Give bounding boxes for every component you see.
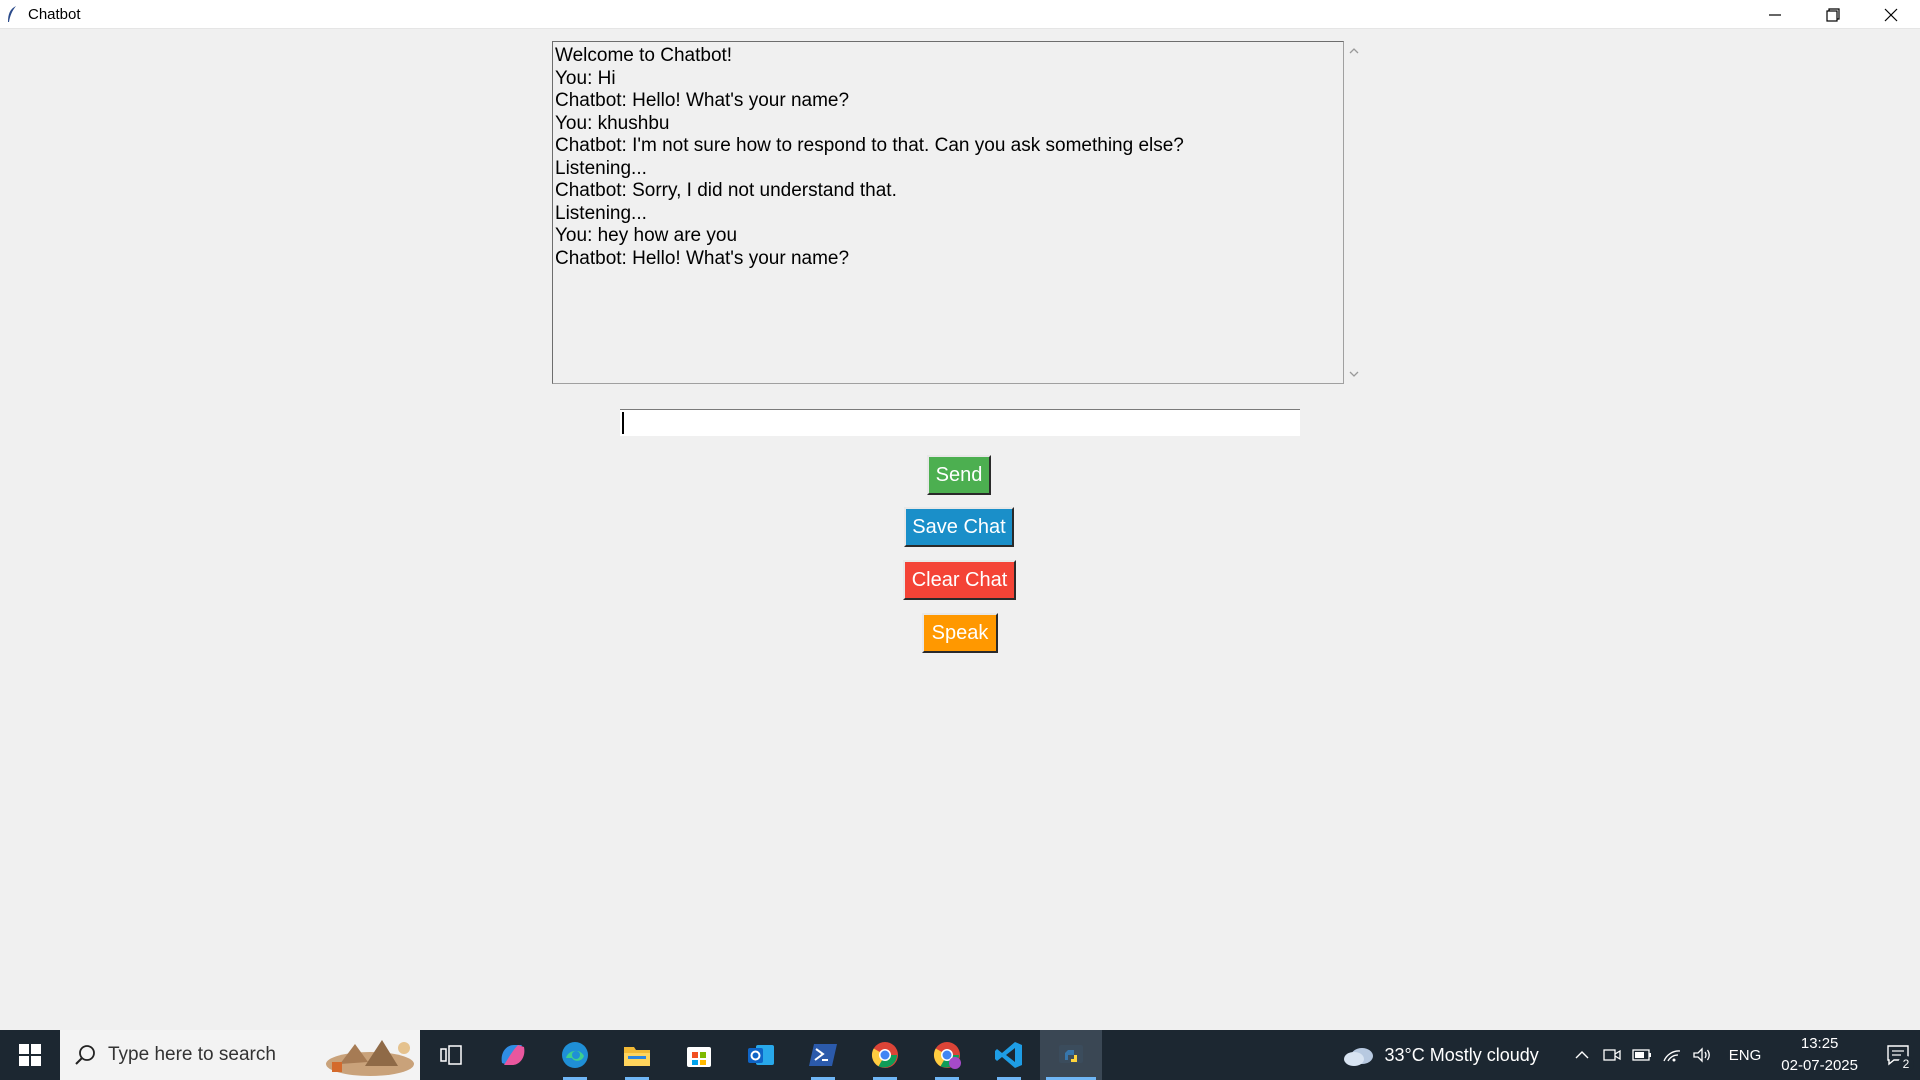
microsoft-store-icon: [687, 1047, 711, 1067]
chat-line: Listening...: [555, 157, 647, 179]
python-button[interactable]: [1040, 1030, 1102, 1080]
notification-center-button[interactable]: 2: [1876, 1030, 1920, 1080]
send-button[interactable]: Send: [927, 455, 991, 495]
copilot-icon: [501, 1045, 525, 1065]
restore-button[interactable]: [1804, 0, 1862, 29]
message-input[interactable]: [620, 409, 1300, 436]
chat-line: You: hey how are you: [555, 225, 738, 246]
camera-icon: [1603, 1049, 1621, 1061]
search-highlight-illustration-icon: [326, 1040, 414, 1076]
taskbar-search-box[interactable]: Type here to search: [60, 1030, 420, 1080]
start-button[interactable]: [0, 1030, 60, 1080]
show-hidden-icons-button[interactable]: [1567, 1030, 1597, 1080]
search-placeholder: Type here to search: [108, 1044, 276, 1065]
chrome-button[interactable]: [854, 1030, 916, 1080]
edge-icon: [562, 1042, 588, 1068]
window-controls: [1746, 0, 1920, 29]
task-view-icon: [440, 1045, 462, 1065]
chat-line: Chatbot: Sorry, I did not understand tha…: [555, 180, 897, 201]
task-view-button[interactable]: [420, 1030, 482, 1080]
python-icon: [1059, 1045, 1083, 1063]
chrome-profile-button[interactable]: [916, 1030, 978, 1080]
meet-now-button[interactable]: [1597, 1030, 1627, 1080]
powershell-icon: [809, 1044, 837, 1066]
taskbar-apps: [420, 1030, 1102, 1080]
vscode-icon: [995, 1042, 1022, 1068]
title-bar: Chatbot: [0, 0, 1920, 29]
close-button[interactable]: [1862, 0, 1920, 29]
taskbar: Type here to search 33°C Mostly cloudy E…: [0, 1030, 1920, 1080]
clock[interactable]: 13:25 02-07-2025: [1781, 1033, 1858, 1077]
chrome-icon: [871, 1042, 898, 1068]
microsoft-store-button[interactable]: [668, 1030, 730, 1080]
speaker-icon: [1693, 1047, 1710, 1063]
outlook-button[interactable]: [730, 1030, 792, 1080]
weather-widget[interactable]: 33°C Mostly cloudy: [1342, 1042, 1539, 1068]
volume-button[interactable]: [1687, 1030, 1717, 1080]
chat-line: Chatbot: Hello! What's your name?: [555, 247, 850, 269]
copilot-button[interactable]: [482, 1030, 544, 1080]
file-explorer-button[interactable]: [606, 1030, 668, 1080]
battery-button[interactable]: [1627, 1030, 1657, 1080]
chat-line: Chatbot: Hello! What's your name?: [555, 90, 850, 111]
chat-line: Listening...: [555, 202, 647, 224]
file-explorer-icon: [624, 1047, 650, 1066]
chevron-up-icon: [1575, 1051, 1589, 1059]
chat-line: Welcome to Chatbot!: [555, 45, 733, 66]
chat-history[interactable]: Welcome to Chatbot! You: Hi Chatbot: Hel…: [552, 41, 1344, 384]
speak-button[interactable]: Speak: [922, 613, 998, 653]
chat-line: You: Hi: [555, 67, 616, 89]
vscode-button[interactable]: [978, 1030, 1040, 1080]
minimize-button[interactable]: [1746, 0, 1804, 29]
battery-icon: [1632, 1049, 1651, 1061]
chat-line: You: khushbu: [555, 112, 670, 134]
chat-line: Chatbot: I'm not sure how to respond to …: [555, 135, 1184, 156]
input-language[interactable]: ENG: [1729, 1047, 1762, 1064]
text-caret: [622, 412, 624, 434]
network-button[interactable]: [1657, 1030, 1687, 1080]
chrome-profile-icon: [933, 1042, 961, 1069]
search-icon: [74, 1044, 96, 1066]
chevron-down-icon: [1349, 371, 1359, 377]
powershell-button[interactable]: [792, 1030, 854, 1080]
feather-icon: [6, 5, 22, 23]
system-tray: 33°C Mostly cloudy ENG 13:25 02-07-2025 …: [1342, 1030, 1920, 1080]
cloud-icon: [1344, 1048, 1374, 1066]
clear-chat-button[interactable]: Clear Chat: [903, 560, 1016, 600]
outlook-icon: [748, 1045, 774, 1065]
scroll-down-arrow[interactable]: [1344, 364, 1364, 384]
notification-count-badge: 2: [1898, 1056, 1914, 1072]
scroll-up-arrow[interactable]: [1344, 41, 1364, 61]
minimize-icon: [1769, 13, 1781, 16]
chevron-up-icon: [1349, 48, 1359, 54]
windows-logo-icon: [19, 1044, 41, 1066]
close-icon: [1884, 8, 1898, 21]
chat-scrollbar[interactable]: [1344, 41, 1364, 384]
clock-time: 13:25: [1800, 1035, 1839, 1052]
window-title: Chatbot: [28, 5, 81, 23]
save-chat-button[interactable]: Save Chat: [904, 507, 1014, 547]
edge-button[interactable]: [544, 1030, 606, 1080]
restore-icon: [1826, 7, 1840, 22]
clock-date: 02-07-2025: [1781, 1057, 1858, 1074]
weather-text: 33°C Mostly cloudy: [1384, 1044, 1539, 1065]
wifi-icon: [1663, 1050, 1680, 1062]
